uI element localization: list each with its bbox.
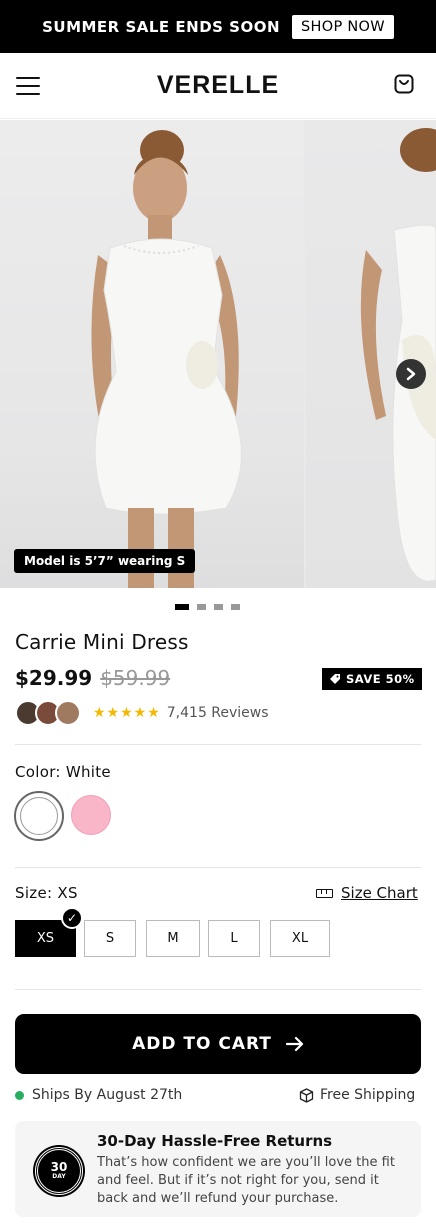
avatar [55, 700, 81, 726]
size-label: Size: XS [15, 884, 78, 902]
add-to-cart-button[interactable]: ADD TO CART [15, 1014, 421, 1074]
reviewer-avatars [15, 700, 81, 726]
ships-by: Ships By August 27th [15, 1087, 182, 1103]
badge-number: 30 [50, 1160, 68, 1174]
divider [15, 989, 421, 990]
returns-title: 30-Day Hassle-Free Returns [97, 1132, 333, 1150]
gallery-dot[interactable] [197, 604, 206, 610]
product-image-back [306, 120, 436, 588]
rating-stars-icon: ★★★★★ [93, 705, 161, 721]
ships-by-text: Ships By August 27th [32, 1087, 183, 1103]
hamburger-icon[interactable] [16, 77, 40, 95]
compare-price: $59.99 [100, 666, 171, 690]
announcement-text: SUMMER SALE ENDS SOON [42, 17, 281, 36]
save-badge: SAVE 50% [322, 668, 422, 690]
chevron-right-icon [406, 367, 416, 381]
arrow-right-icon [285, 1037, 304, 1051]
product-title: Carrie Mini Dress [15, 630, 189, 654]
price-row: $29.99 $59.99 [15, 666, 170, 690]
size-chart-link[interactable]: Size Chart [316, 884, 418, 902]
size-option-l[interactable]: L [208, 920, 260, 957]
free-shipping-text: Free Shipping [320, 1087, 416, 1103]
returns-card: 30 DAY 30-Day Hassle-Free Returns That’s… [15, 1121, 421, 1217]
product-image-front [0, 120, 304, 588]
ruler-icon [316, 888, 333, 898]
model-size-tag: Model is 5’7” wearing S [14, 549, 196, 573]
color-swatch-pink[interactable] [71, 795, 111, 835]
size-option-s[interactable]: S [84, 920, 136, 957]
box-icon [299, 1087, 314, 1103]
shop-now-button[interactable]: SHOP NOW [292, 14, 394, 39]
reviews-summary[interactable]: ★★★★★ 7,415 Reviews [15, 700, 269, 726]
announcement-bar: SUMMER SALE ENDS SOON SHOP NOW [0, 0, 436, 53]
brand-logo[interactable]: VERELLE [157, 71, 279, 100]
checkmark-icon: ✓ [61, 907, 83, 929]
gallery-dot[interactable] [231, 604, 240, 610]
divider [15, 867, 421, 868]
in-stock-dot-icon [15, 1090, 24, 1100]
save-badge-label: SAVE 50% [346, 672, 415, 686]
gallery-dot[interactable] [214, 604, 223, 610]
size-option-xl[interactable]: XL [270, 920, 330, 957]
site-header: VERELLE [0, 53, 436, 119]
divider [15, 744, 421, 745]
bag-icon[interactable] [393, 73, 415, 95]
size-chart-label: Size Chart [341, 884, 418, 902]
badge-day: DAY [52, 1173, 66, 1180]
product-gallery[interactable]: Model is 5’7” wearing S [0, 120, 436, 588]
gallery-next-button[interactable] [396, 359, 426, 389]
gallery-dots [175, 604, 240, 610]
gallery-dot[interactable] [175, 604, 189, 610]
sale-price: $29.99 [15, 666, 93, 690]
tag-icon [330, 674, 340, 684]
review-count[interactable]: 7,415 Reviews [167, 705, 269, 721]
free-shipping: Free Shipping [299, 1087, 415, 1103]
add-to-cart-label: ADD TO CART [132, 1034, 272, 1054]
color-label: Color: White [15, 763, 111, 781]
returns-body: That’s how confident we are you’ll love … [97, 1155, 395, 1206]
color-swatch-white[interactable] [14, 791, 64, 841]
size-option-m[interactable]: M [146, 920, 200, 957]
money-back-badge-icon: 30 DAY [35, 1147, 83, 1195]
